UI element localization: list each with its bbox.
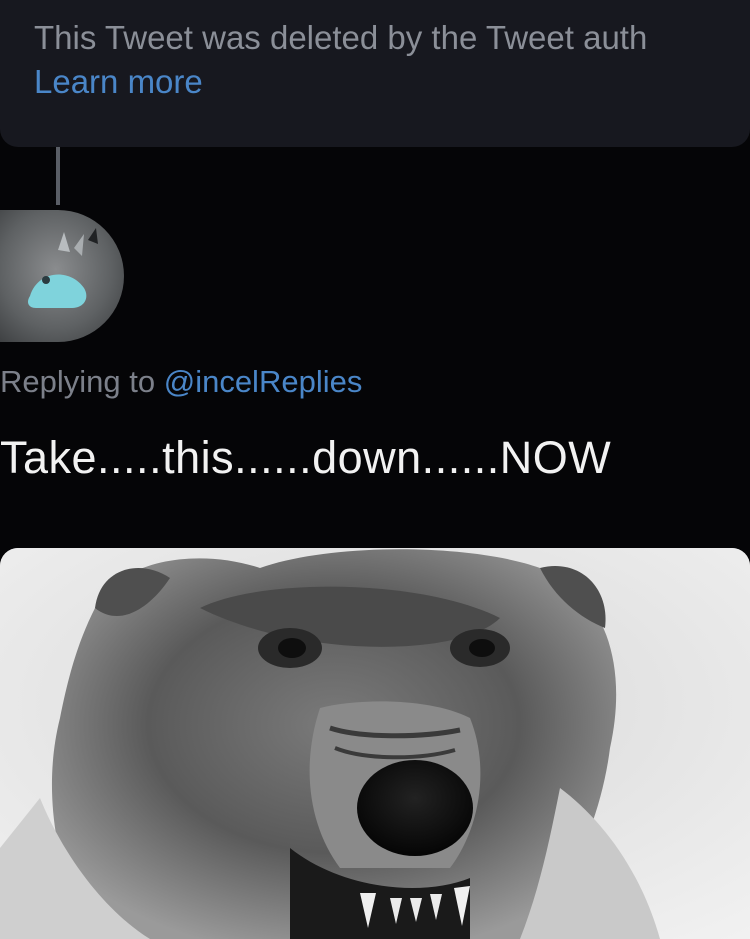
replying-prefix: Replying to xyxy=(0,364,164,399)
learn-more-link[interactable]: Learn more xyxy=(34,62,203,102)
tweet-media-image[interactable] xyxy=(0,548,750,939)
thread-connector-line xyxy=(56,147,60,205)
replying-to-line: Replying to @incelReplies xyxy=(0,362,362,402)
replying-handle-link[interactable]: @incelReplies xyxy=(164,364,363,399)
tweet-text: Take.....this......down......NOW xyxy=(0,432,612,483)
deleted-tweet-card: This Tweet was deleted by the Tweet auth… xyxy=(0,0,750,147)
avatar[interactable] xyxy=(0,210,124,342)
wolf-photo-icon xyxy=(0,548,750,939)
deleted-tweet-message: This Tweet was deleted by the Tweet auth xyxy=(34,19,648,56)
avatar-image-icon xyxy=(0,210,124,342)
tweet-thread-screenshot: This Tweet was deleted by the Tweet auth… xyxy=(0,0,750,939)
